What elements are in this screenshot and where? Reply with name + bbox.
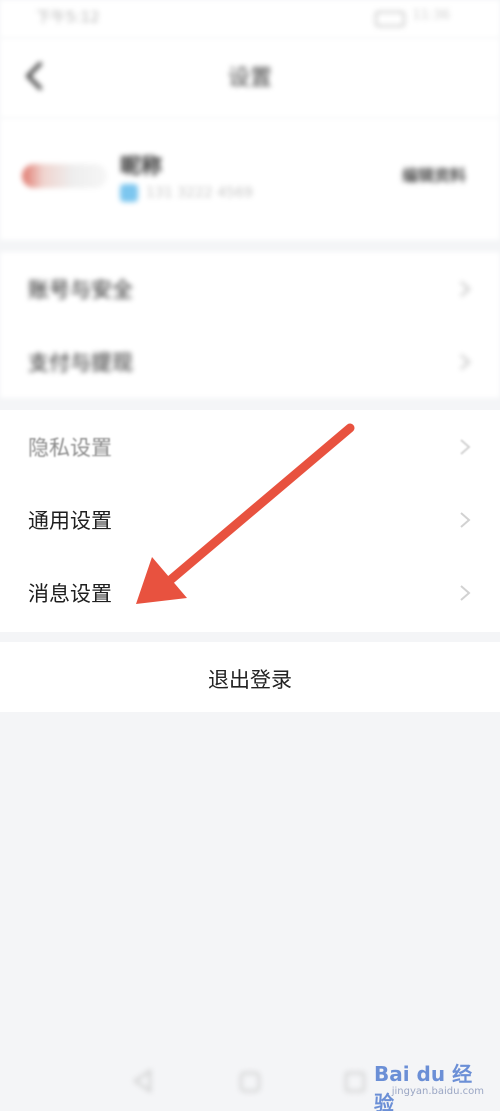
logout-button[interactable]: 退出登录 [0, 642, 500, 712]
badge-icon [120, 184, 138, 202]
row-label: 账号与安全 [28, 278, 133, 302]
watermark-brand: Bai du 经验 [374, 1062, 473, 1111]
status-clock: 11:36 [412, 8, 450, 23]
row-label: 支付与提现 [28, 351, 133, 375]
square-recent-icon[interactable] [343, 1070, 367, 1094]
row-label: 消息设置 [28, 582, 112, 606]
battery-icon [375, 11, 405, 27]
chevron-right-icon [460, 354, 471, 370]
settings-group-preferences: 隐私设置 通用设置 消息设置 [0, 410, 500, 632]
edit-profile-button[interactable]: 编辑资料 [402, 162, 466, 186]
profile-sub: 131 3222 4569 [120, 184, 253, 202]
row-label: 通用设置 [28, 509, 112, 533]
chevron-right-icon [460, 585, 471, 601]
chevron-right-icon [460, 512, 471, 528]
triangle-back-icon[interactable] [130, 1068, 154, 1094]
watermark-url: jingyan.baidu.com [391, 1086, 484, 1097]
avatar[interactable] [22, 164, 107, 188]
settings-row-general[interactable]: 通用设置 [0, 483, 500, 556]
profile-card[interactable]: 昵称 131 3222 4569 编辑资料 [0, 118, 500, 240]
logout-label: 退出登录 [208, 668, 292, 692]
settings-row-payment[interactable]: 支付与提现 [0, 325, 500, 398]
watermark: Bai du 经验 jingyan.baidu.com [374, 1052, 494, 1111]
profile-name: 昵称 [120, 154, 162, 178]
profile-account-id: 131 3222 4569 [146, 185, 253, 201]
settings-row-account-security[interactable]: 账号与安全 [0, 252, 500, 325]
header: 设置 [0, 38, 500, 118]
row-label: 隐私设置 [28, 436, 112, 460]
status-bar: 下午5:12 11:36 [0, 0, 500, 38]
settings-group-account: 账号与安全 支付与提现 [0, 252, 500, 398]
settings-row-messages[interactable]: 消息设置 [0, 556, 500, 629]
status-time: 下午5:12 [36, 8, 100, 26]
chevron-right-icon [460, 281, 471, 297]
circle-home-icon[interactable] [238, 1070, 262, 1094]
settings-row-privacy[interactable]: 隐私设置 [0, 410, 500, 483]
chevron-right-icon [460, 439, 471, 455]
settings-screen: 下午5:12 11:36 设置 昵称 131 3222 4569 编辑资料 账号… [0, 0, 500, 1111]
page-title: 设置 [227, 66, 272, 91]
